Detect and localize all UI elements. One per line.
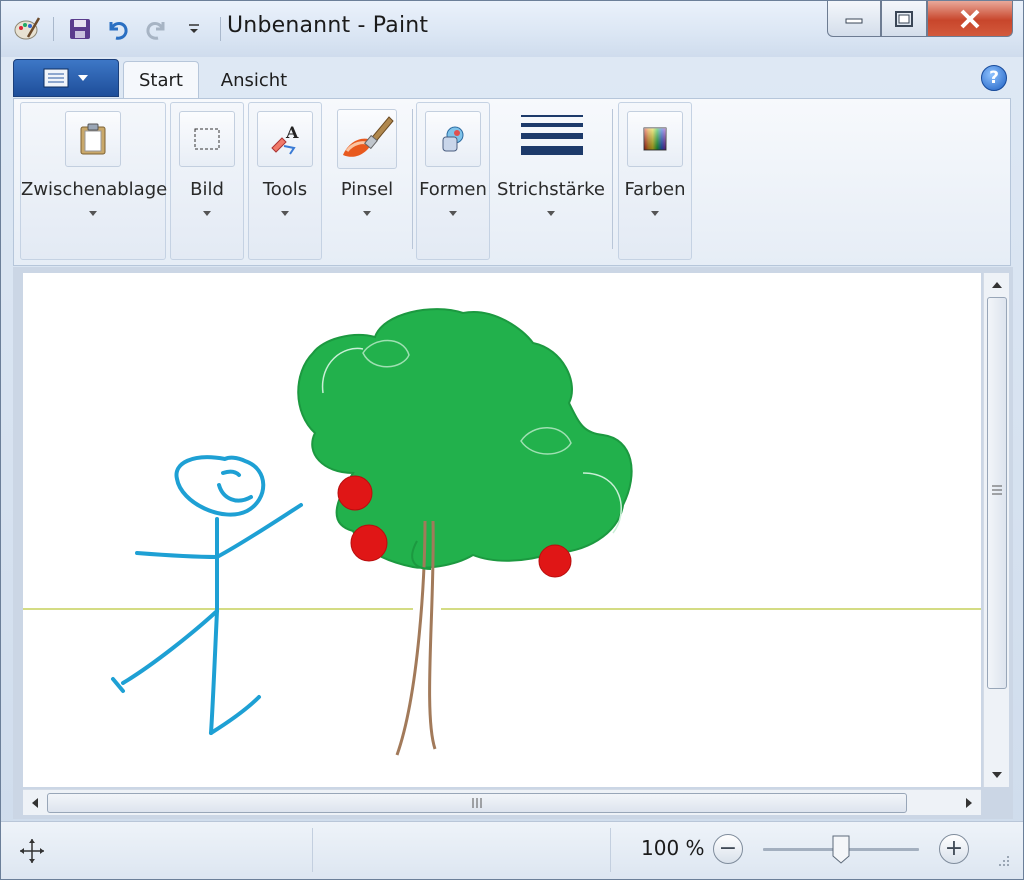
qat-separator (53, 17, 54, 41)
customize-dropdown-icon[interactable] (178, 13, 210, 45)
undo-icon[interactable] (102, 13, 134, 45)
vertical-scroll-thumb[interactable] (987, 297, 1007, 689)
tab-start[interactable]: Start (123, 61, 199, 99)
ribbon-tabs: Start Ansicht ? (13, 57, 1011, 99)
vertical-scrollbar[interactable] (983, 273, 1009, 787)
scroll-up-icon[interactable] (987, 275, 1007, 295)
clipboard-icon (65, 111, 121, 167)
group-label: Farben (624, 179, 686, 200)
maximize-button[interactable] (881, 1, 927, 37)
dropdown-arrow-icon (651, 211, 659, 216)
paint-window: Unbenannt - Paint Start Ansicht ? Zwisch… (0, 0, 1024, 880)
redo-icon[interactable] (140, 13, 172, 45)
scroll-right-icon[interactable] (959, 793, 979, 813)
dropdown-arrow-icon (363, 211, 371, 216)
dropdown-arrow-icon (203, 211, 211, 216)
title-bar: Unbenannt - Paint (1, 1, 1023, 57)
group-zwischenablage[interactable]: Zwischenablage (20, 102, 168, 260)
dropdown-arrow-icon (449, 211, 457, 216)
zoom-slider-thumb[interactable] (831, 834, 851, 864)
tab-ansicht[interactable]: Ansicht (209, 61, 299, 99)
group-bild[interactable]: Bild (170, 102, 244, 260)
shapes-icon (425, 111, 481, 167)
paint-app-icon[interactable] (11, 13, 43, 45)
window-controls (827, 1, 1013, 37)
application-menu-button[interactable] (13, 59, 119, 97)
group-label: Pinsel (340, 179, 394, 200)
ribbon-separator (412, 109, 413, 249)
group-label: Strichstärke (497, 179, 605, 200)
dropdown-arrow-icon (547, 211, 555, 216)
save-icon[interactable] (64, 13, 96, 45)
zoom-out-button[interactable]: − (713, 834, 743, 864)
apple (337, 475, 373, 511)
minimize-button[interactable] (827, 1, 881, 37)
select-icon (179, 111, 235, 167)
apple (538, 544, 572, 578)
zoom-in-button[interactable]: + (939, 834, 969, 864)
resize-grip-icon[interactable] (993, 852, 1011, 870)
brush-icon (337, 109, 397, 169)
line-width-icon (521, 115, 583, 165)
ribbon-separator (612, 109, 613, 249)
scroll-left-icon[interactable] (25, 793, 45, 813)
chevron-down-icon (78, 75, 88, 81)
drawing-canvas[interactable] (23, 273, 981, 787)
zoom-level: 100 % (641, 836, 705, 860)
horizontal-scroll-thumb[interactable] (47, 793, 907, 813)
dropdown-arrow-icon (89, 211, 97, 216)
horizontal-scrollbar[interactable] (23, 789, 981, 815)
group-tools[interactable]: A Tools (248, 102, 322, 260)
dropdown-arrow-icon (281, 211, 289, 216)
close-button[interactable] (927, 1, 1013, 37)
stick-figure (111, 455, 303, 735)
svg-text:A: A (285, 123, 299, 142)
ribbon-panel: Zwischenablage Bild A Tools Pinsel Forme… (13, 98, 1011, 266)
group-label: Tools (262, 179, 308, 200)
cursor-position-segment (11, 828, 313, 872)
tree-foliage (297, 308, 633, 569)
colors-icon (627, 111, 683, 167)
window-title: Unbenannt - Paint (227, 13, 429, 38)
group-label: Formen (419, 179, 487, 200)
qat-separator (220, 17, 221, 41)
quick-access-toolbar (11, 9, 225, 49)
selection-size-segment (313, 828, 611, 872)
group-farben[interactable]: Farben (618, 102, 692, 260)
move-cursor-icon (20, 839, 44, 863)
tools-icon: A (257, 111, 313, 167)
scroll-down-icon[interactable] (987, 765, 1007, 785)
canvas-workspace (13, 267, 1013, 819)
group-label: Zwischenablage (21, 179, 168, 200)
menu-document-icon (43, 68, 69, 88)
group-strichstaerke[interactable]: Strichstärke (494, 102, 608, 260)
group-pinsel[interactable]: Pinsel (326, 102, 408, 260)
help-icon[interactable]: ? (981, 65, 1007, 91)
group-label: Bild (190, 179, 224, 200)
apple (350, 524, 388, 562)
group-formen[interactable]: Formen (416, 102, 490, 260)
status-bar: 100 % − + (1, 821, 1023, 879)
